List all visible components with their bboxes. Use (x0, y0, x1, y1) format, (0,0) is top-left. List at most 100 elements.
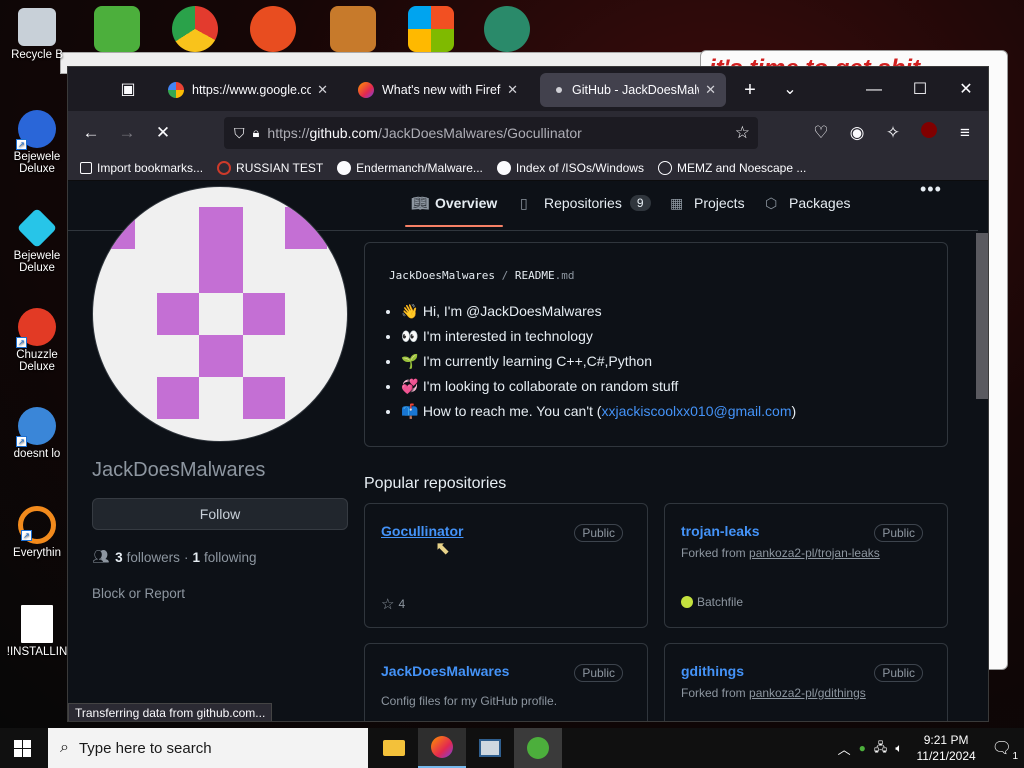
extensions-icon[interactable]: ✧ (880, 120, 906, 146)
new-tab-icon[interactable]: + (736, 77, 764, 103)
bookmark-russian-test[interactable]: RUSSIAN TEST (217, 160, 323, 175)
back-arrow-icon[interactable]: ← (78, 120, 104, 146)
repo-icon: ▯ (520, 195, 528, 211)
desktop-icon-chuzzle[interactable]: ↗ Chuzzle Deluxe (0, 308, 74, 373)
taskbar-window-app[interactable] (466, 728, 514, 768)
people-icon: 👥︎ (92, 549, 110, 564)
folder-app-icon[interactable] (330, 6, 376, 52)
repo-link[interactable]: trojan-leaks (681, 523, 760, 539)
repo-link[interactable]: JackDoesMalwares (381, 663, 509, 679)
globe-icon (657, 160, 672, 175)
tab-repositories[interactable]: ▯ Repositories 9 (520, 195, 651, 211)
tab-overview-icon[interactable]: ▣ (114, 77, 142, 103)
close-icon[interactable]: ✕ (507, 82, 518, 98)
p-app-icon[interactable] (250, 6, 296, 52)
followers-link[interactable]: followers (127, 550, 180, 565)
profile-username: JackDoesMalwares (92, 459, 266, 481)
tab-projects[interactable]: ▦ Projects (670, 195, 745, 211)
minimize-icon[interactable]: — (860, 77, 888, 103)
url-host: github.com (309, 125, 378, 141)
avatar[interactable] (92, 186, 348, 442)
tray-people-icon[interactable]: ● (859, 741, 866, 755)
chrome-icon[interactable] (172, 6, 218, 52)
volume-icon[interactable]: 🔈︎ (895, 741, 902, 756)
network-icon[interactable]: 🖧︎ (874, 738, 887, 759)
star-count[interactable]: 4 (398, 597, 405, 611)
system-tray: ︿ ● 🖧︎ 🔈︎ 9:21 PM 11/21/2024 🗨︎ 1 (838, 728, 1024, 768)
visibility-badge: Public (574, 524, 623, 542)
repo-card-gdithings: gdithings Public Forked from pankoza2-pl… (664, 643, 948, 721)
block-report-link[interactable]: Block or Report (92, 586, 185, 601)
tab-google[interactable]: https://www.google.com ✕ (158, 73, 338, 107)
followers-count[interactable]: 3 (115, 550, 123, 565)
repo-count-badge: 9 (629, 195, 651, 211)
folder-icon (383, 740, 405, 756)
repo-card-trojan-leaks: trojan-leaks Public Forked from pankoza2… (664, 503, 948, 628)
tab-github[interactable]: GitHub - JackDoesMalwares ✕ (540, 73, 726, 107)
menu-hamburger-icon[interactable]: ≡ (952, 120, 978, 146)
desktop-icon-installing[interactable]: !INSTALLIN (0, 605, 74, 658)
taskbar-people-app[interactable] (514, 728, 562, 768)
character-app-icon[interactable] (484, 6, 530, 52)
ublock-icon[interactable] (916, 120, 942, 146)
notification-icon[interactable]: 🗨︎ 1 (992, 738, 1018, 762)
stop-loading-icon[interactable]: ✕ (150, 120, 176, 146)
list-item: 👀 I'm interested in technology (401, 326, 796, 351)
clock[interactable]: 9:21 PM 11/21/2024 (917, 732, 976, 764)
pocket-icon[interactable]: ♡ (808, 120, 834, 146)
people-app-icon[interactable] (94, 6, 140, 52)
taskbar-search-input[interactable]: ⌕ Type here to search (48, 728, 368, 768)
desktop-icon-recycle-bin[interactable]: Recycle B (0, 8, 74, 61)
account-icon[interactable]: ◉ (844, 120, 870, 146)
list-item: 👋 Hi, I'm @JackDoesMalwares (401, 301, 796, 326)
tab-overview[interactable]: 📖︎ Overview (404, 195, 504, 227)
desktop-icon-thunderbird[interactable]: ↗ doesnt lo (0, 407, 74, 460)
search-placeholder: Type here to search (78, 739, 212, 757)
close-icon[interactable]: ✕ (705, 82, 716, 98)
tab-packages[interactable]: ⬡ Packages (765, 195, 850, 211)
bookmark-endermanch[interactable]: Endermanch/Malware... (337, 160, 483, 175)
window-close-icon[interactable]: ✕ (952, 77, 980, 103)
bookmark-isos-windows[interactable]: Index of /ISOs/Windows (496, 160, 644, 175)
tab-firefox-whatsnew[interactable]: What's new with Firefox ✕ (348, 73, 528, 107)
repo-link[interactable]: Gocullinator (381, 523, 463, 539)
url-bar[interactable]: ⛉ 🔒︎ https:// github.com /JackDoesMalwar… (224, 117, 758, 149)
windows-shield-icon[interactable] (408, 6, 454, 52)
search-icon: ⌕ (60, 739, 69, 756)
shield-icon[interactable]: ⛉ (234, 125, 245, 142)
lock-icon[interactable]: 🔒︎ (253, 125, 260, 141)
bejeweled-icon: ↗ (16, 110, 56, 150)
taskbar-firefox[interactable] (418, 728, 466, 768)
page-scrollbar[interactable] (976, 181, 988, 721)
desktop-icon-bejeweled-1[interactable]: ↗ Bejewele Deluxe (0, 110, 74, 175)
google-icon (496, 160, 511, 175)
bookmark-memz[interactable]: MEMZ and Noescape ... (657, 160, 806, 175)
firefox-icon (358, 82, 374, 98)
follow-button[interactable]: Follow (92, 498, 348, 530)
taskbar-file-explorer[interactable] (370, 728, 418, 768)
firefox-window: ▣ https://www.google.com ✕ What's new wi… (67, 66, 989, 722)
fork-source-link[interactable]: pankoza2-pl/gdithings (749, 686, 866, 700)
chevron-up-icon[interactable]: ︿ (838, 739, 851, 758)
desktop-icon-everything[interactable]: ↗ Everythin (0, 506, 74, 559)
list-item: 💞 I'm looking to collaborate on random s… (401, 376, 796, 401)
email-link[interactable]: xxjackiscoolxx010@gmail.com (601, 403, 791, 419)
desktop-icon-bejeweled-2[interactable]: Bejewele Deluxe (0, 207, 74, 274)
bookmark-star-icon[interactable]: ☆ (735, 123, 750, 143)
forward-arrow-icon[interactable]: → (114, 120, 140, 146)
visibility-badge: Public (874, 524, 923, 542)
windows-start-icon[interactable] (14, 740, 31, 757)
maximize-icon[interactable]: ☐ (906, 77, 934, 103)
more-options-icon[interactable]: ••• (920, 181, 942, 200)
following-count[interactable]: 1 (192, 550, 200, 565)
star-icon[interactable]: ☆ (381, 595, 394, 613)
notification-count: 1 (1012, 751, 1018, 762)
list-tabs-chevron-icon[interactable]: ⌄ (776, 77, 804, 103)
fork-source-link[interactable]: pankoza2-pl/trojan-leaks (749, 546, 880, 560)
scrollbar-thumb[interactable] (976, 233, 988, 399)
close-icon[interactable]: ✕ (317, 82, 328, 98)
clock-date: 11/21/2024 (916, 749, 976, 763)
bookmark-import[interactable]: Import bookmarks... (80, 161, 203, 175)
following-link[interactable]: following (204, 550, 257, 565)
repo-link[interactable]: gdithings (681, 663, 744, 679)
